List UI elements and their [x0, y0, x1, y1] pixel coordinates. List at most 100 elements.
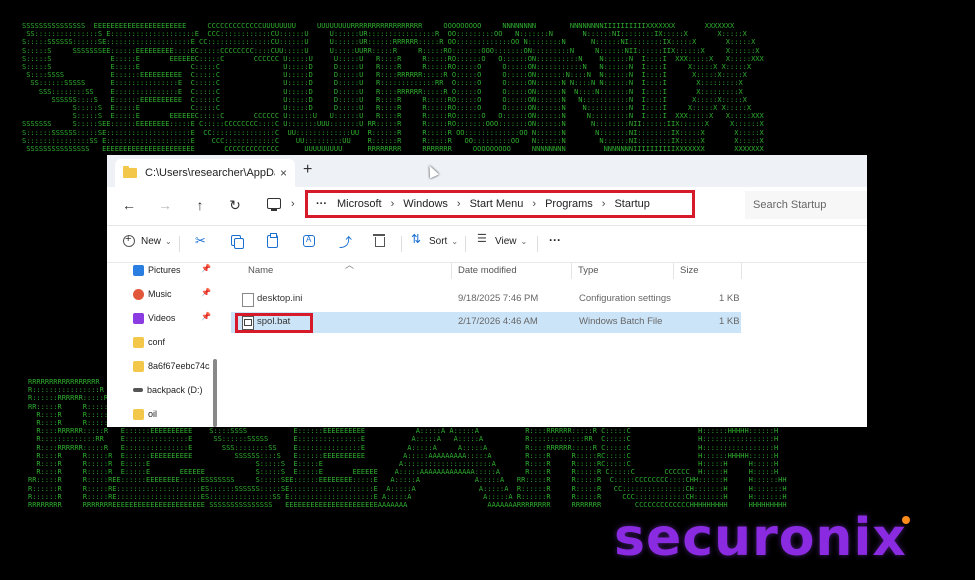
brand-logo: securonix [614, 508, 910, 568]
folder-icon [133, 336, 144, 348]
this-pc-icon[interactable] [267, 198, 281, 211]
table-row[interactable]: spol.bat 2/17/2026 4:46 AM Windows Batch… [231, 312, 741, 333]
view-icon [477, 232, 489, 247]
column-header-size[interactable]: Size [680, 265, 698, 276]
sidebar-item-music[interactable]: Music 📌 [133, 285, 211, 303]
forward-button[interactable]: → [155, 197, 175, 213]
brand-logo-dot [902, 516, 910, 524]
share-icon [339, 232, 352, 251]
file-type: Windows Batch File [579, 316, 663, 327]
rename-button[interactable] [303, 235, 315, 247]
sort-ascending-icon: ︿ [345, 260, 355, 270]
sidebar-item-backpack[interactable]: backpack (D:) [133, 381, 203, 399]
breadcrumb-overflow-button[interactable]: ··· [316, 198, 327, 210]
sidebar-item-label: Pictures [148, 265, 181, 275]
file-date: 9/18/2025 7:46 PM [458, 293, 539, 304]
breadcrumb-windows[interactable]: Windows [403, 198, 448, 210]
sidebar-item-pictures[interactable]: Pictures 📌 [133, 261, 211, 279]
toolbar-divider [401, 236, 402, 252]
music-icon [133, 288, 144, 300]
videos-icon [133, 312, 144, 324]
plus-icon [123, 233, 135, 247]
toolbar-divider [179, 236, 180, 252]
sort-icon [411, 232, 423, 247]
search-placeholder: Search Startup [753, 199, 827, 211]
chevron-down-icon: ⌄ [451, 236, 459, 246]
refresh-button[interactable]: ↻ [225, 197, 245, 214]
file-size: 1 KB [719, 316, 740, 327]
copy-icon [231, 235, 244, 249]
sidebar-item-label: Videos [148, 313, 176, 323]
file-list: ︿ Name Date modified Type Size desktop.i… [231, 260, 867, 427]
more-options-button[interactable]: ··· [549, 233, 561, 247]
trash-icon [373, 234, 385, 247]
command-bar: New ⌄ Sort ⌄ View ⌄ ··· [107, 226, 867, 263]
cut-button[interactable] [195, 233, 207, 249]
file-explorer-window: C:\Users\researcher\AppData\ × + ← → ↑ ↻… [107, 155, 867, 427]
toolbar-divider [465, 236, 466, 252]
sort-button[interactable]: Sort ⌄ [411, 232, 459, 247]
close-tab-icon[interactable]: × [280, 166, 287, 180]
folder-icon [123, 166, 137, 178]
sidebar-item-label: oil [148, 409, 158, 419]
ascii-banner-top: SSSSSSSSSSSSSSS EEEEEEEEEEEEEEEEEEEEEE C… [22, 22, 764, 154]
breadcrumb-separator[interactable]: › [602, 198, 606, 210]
breadcrumb-microsoft[interactable]: Microsoft [337, 198, 382, 210]
settings-file-icon [242, 293, 254, 307]
chevron-down-icon: ⌄ [165, 236, 172, 246]
new-button[interactable]: New ⌄ [123, 233, 172, 247]
breadcrumb-separator: › [291, 198, 295, 210]
breadcrumb[interactable]: ··· Microsoft › Windows › Start Menu › P… [305, 190, 695, 218]
breadcrumb-separator[interactable]: › [391, 198, 395, 210]
sort-button-label: Sort [429, 235, 448, 247]
tab-title: C:\Users\researcher\AppData\ [145, 167, 275, 179]
mouse-cursor-icon [424, 163, 440, 179]
back-button[interactable]: ← [119, 197, 139, 213]
column-divider[interactable] [673, 263, 674, 279]
breadcrumb-separator[interactable]: › [532, 198, 536, 210]
pictures-icon [133, 264, 144, 276]
breadcrumb-startup[interactable]: Startup [614, 198, 649, 210]
share-button[interactable] [339, 232, 352, 251]
pin-icon: 📌 [201, 264, 211, 273]
delete-button[interactable] [373, 234, 385, 247]
column-header-type[interactable]: Type [578, 265, 599, 276]
pin-icon: 📌 [201, 288, 211, 297]
folder-icon [133, 360, 144, 372]
column-header-date[interactable]: Date modified [458, 265, 517, 276]
paste-button[interactable] [267, 233, 278, 248]
brand-logo-text: securonix [614, 508, 907, 568]
content-area: Pictures 📌 Music 📌 Videos 📌 conf 8a6f67e… [107, 260, 867, 427]
highlight-annotation [235, 313, 313, 333]
pin-icon: 📌 [201, 312, 211, 321]
breadcrumb-programs[interactable]: Programs [545, 198, 593, 210]
sidebar-scrollbar[interactable] [213, 359, 217, 427]
copy-button[interactable] [231, 235, 244, 249]
up-button[interactable]: ↑ [190, 197, 210, 213]
toolbar-divider [537, 236, 538, 252]
new-tab-button[interactable]: + [303, 161, 312, 179]
file-size: 1 KB [719, 293, 740, 304]
sidebar-item-oil[interactable]: oil [133, 405, 157, 423]
file-name: desktop.ini [257, 293, 303, 304]
column-header-name[interactable]: Name [248, 265, 273, 276]
breadcrumb-start-menu[interactable]: Start Menu [470, 198, 524, 210]
table-row[interactable]: desktop.ini 9/18/2025 7:46 PM Configurat… [231, 289, 741, 310]
sidebar-item-videos[interactable]: Videos 📌 [133, 309, 211, 327]
cut-icon [195, 233, 207, 249]
sidebar-item-conf[interactable]: conf [133, 333, 165, 351]
folder-icon [133, 408, 144, 420]
sidebar-item-8a6f67eebc74c8[interactable]: 8a6f67eebc74c8 [133, 357, 210, 375]
title-bar: C:\Users\researcher\AppData\ × + [107, 155, 867, 187]
column-divider[interactable] [451, 263, 452, 279]
explorer-tab[interactable]: C:\Users\researcher\AppData\ × [115, 159, 295, 187]
sidebar-item-label: Music [148, 289, 172, 299]
sidebar-item-label: conf [148, 337, 166, 347]
breadcrumb-separator[interactable]: › [457, 198, 461, 210]
view-button[interactable]: View ⌄ [477, 232, 527, 247]
column-divider[interactable] [571, 263, 572, 279]
column-divider[interactable] [741, 263, 742, 279]
search-input[interactable]: Search Startup [745, 191, 867, 219]
address-bar: ← → ↑ ↻ › ··· Microsoft › Windows › Star… [107, 187, 867, 226]
new-button-label: New [141, 235, 162, 247]
